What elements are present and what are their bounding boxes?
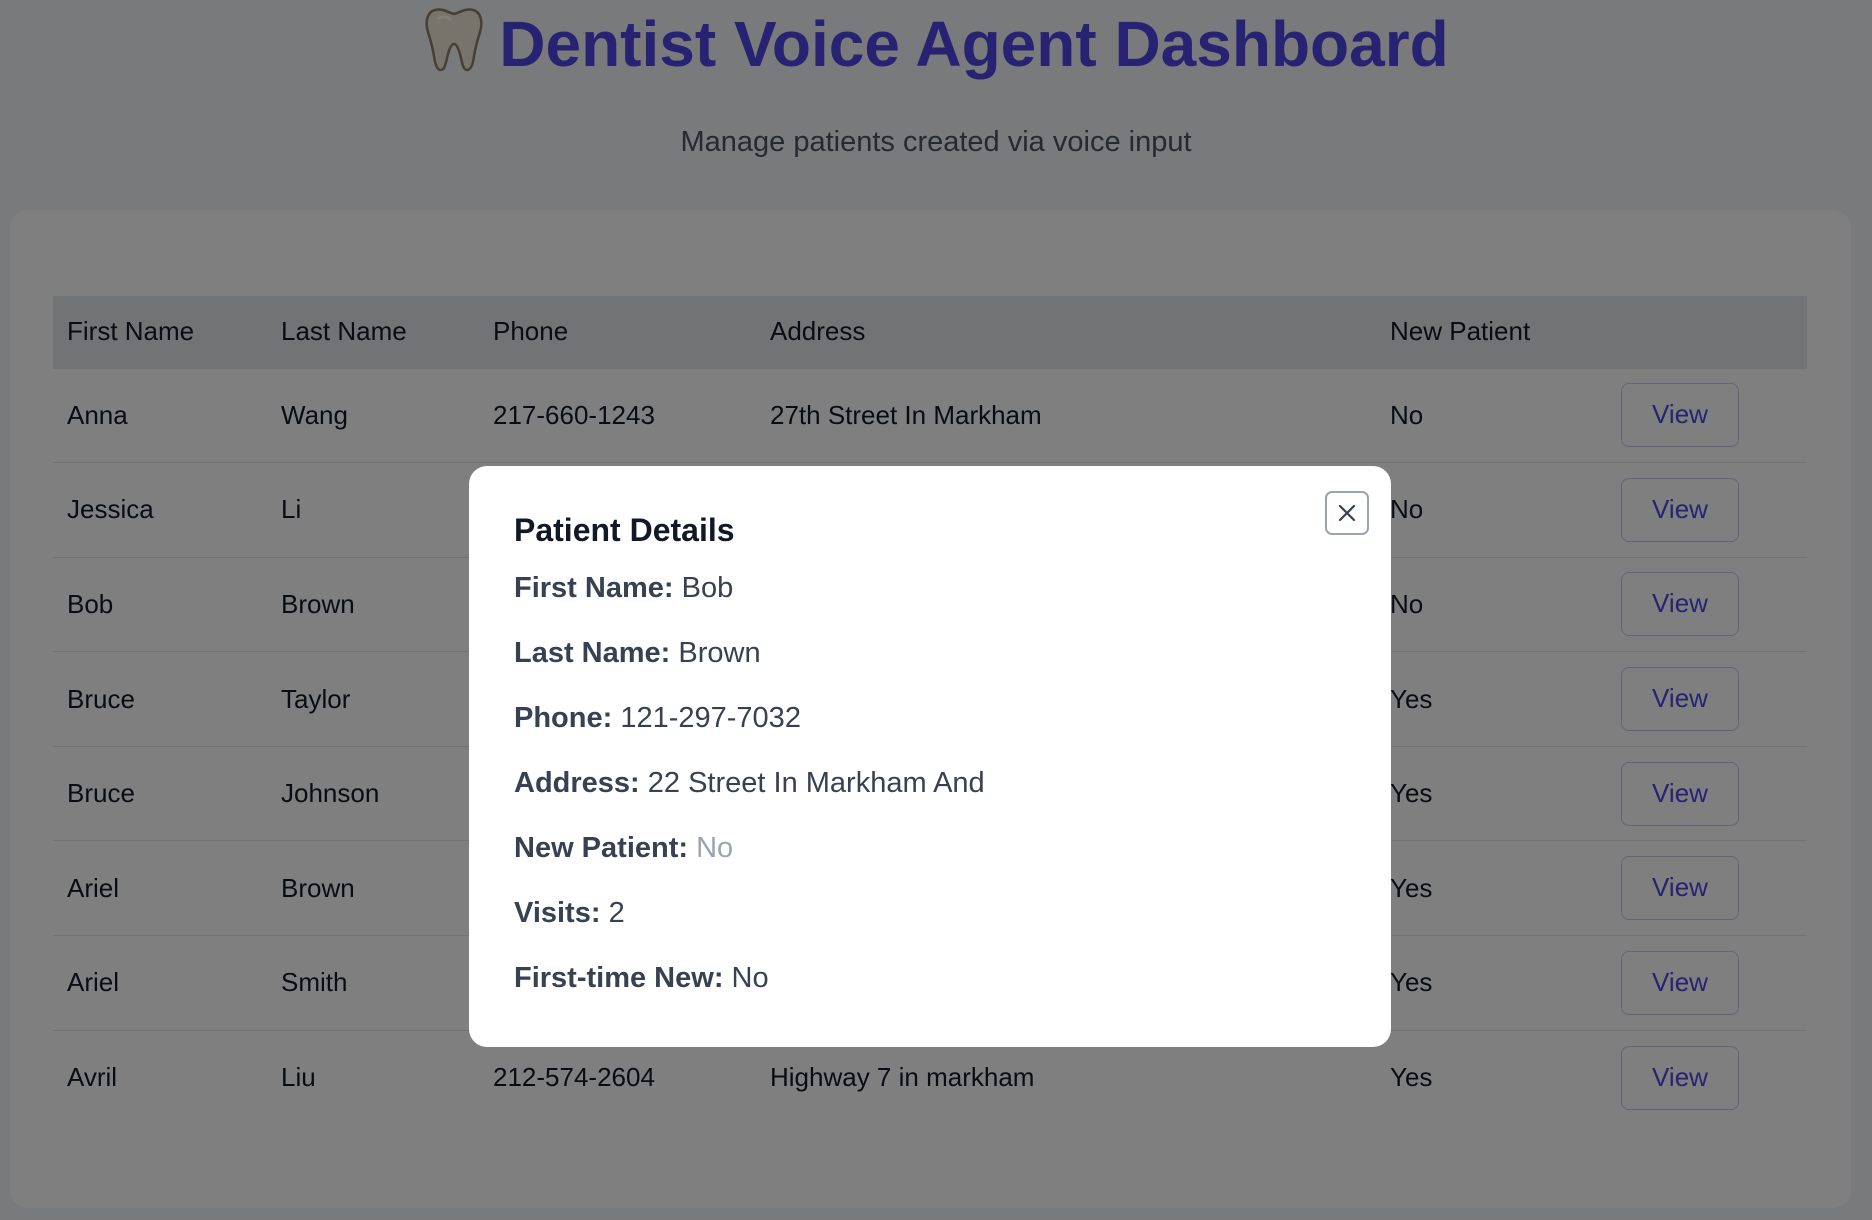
patient-details-modal: Patient Details First Name: Bob Last Nam…: [469, 466, 1391, 1047]
field-value: No: [696, 832, 734, 864]
field-address: Address: 22 Street In Markham And: [514, 765, 1346, 801]
field-value: Bob: [681, 572, 734, 604]
patient-fields: First Name: Bob Last Name: Brown Phone: …: [514, 570, 1346, 996]
field-label: Last Name:: [514, 637, 671, 669]
field-first-name: First Name: Bob: [514, 570, 1346, 606]
field-visits: Visits: 2: [514, 895, 1346, 931]
field-label: First-time New:: [514, 962, 724, 994]
field-label: New Patient:: [514, 832, 689, 864]
field-first-time-new: First-time New: No: [514, 960, 1346, 996]
modal-title: Patient Details: [514, 512, 735, 548]
close-icon: [1338, 504, 1356, 522]
field-label: First Name:: [514, 572, 674, 604]
field-value: Brown: [678, 637, 761, 669]
field-value: 121-297-7032: [620, 702, 801, 734]
field-label: Visits:: [514, 897, 601, 929]
field-label: Phone:: [514, 702, 613, 734]
field-phone: Phone: 121-297-7032: [514, 700, 1346, 736]
field-value: 2: [608, 897, 625, 929]
close-button[interactable]: [1325, 491, 1369, 535]
field-value: 22 Street In Markham And: [647, 767, 985, 799]
field-last-name: Last Name: Brown: [514, 635, 1346, 671]
field-new-patient: New Patient: No: [514, 830, 1346, 866]
field-label: Address:: [514, 767, 640, 799]
dashboard-page: Dentist Voice Agent Dashboard Manage pat…: [0, 0, 1872, 1220]
field-value: No: [731, 962, 769, 994]
